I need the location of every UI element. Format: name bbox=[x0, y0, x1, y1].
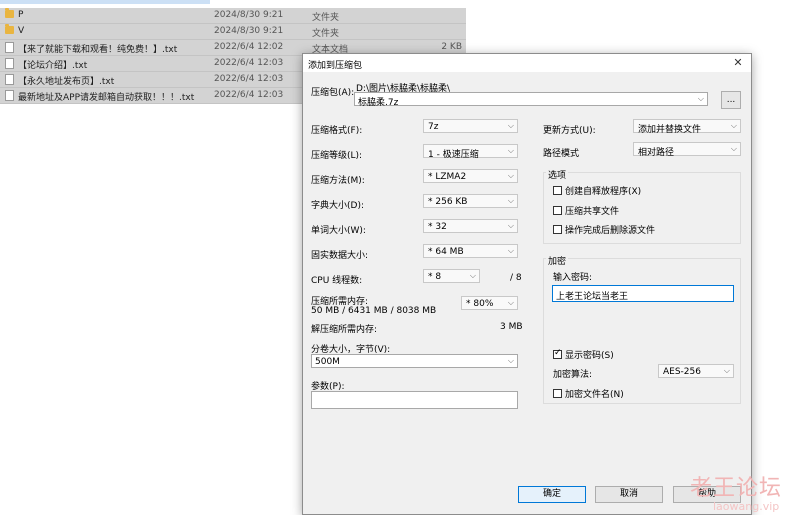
dialog-title: 添加到压缩包 bbox=[308, 61, 363, 71]
format-select[interactable]: 7z ⌵ bbox=[423, 119, 518, 133]
text-file-icon bbox=[5, 42, 14, 53]
file-size: 2 KB bbox=[441, 42, 462, 52]
password-label: 输入密码: bbox=[553, 273, 593, 283]
watermark-logo: 老王论坛 bbox=[690, 476, 783, 501]
file-date: 2022/6/4 12:03 bbox=[214, 58, 284, 68]
split-combo[interactable]: 500M ⌵ bbox=[311, 354, 518, 368]
path-label: 路径模式 bbox=[543, 149, 580, 159]
file-type: 文件夹 bbox=[312, 29, 340, 39]
enc-method-select[interactable]: AES-256 ⌵ bbox=[658, 364, 734, 378]
chevron-down-icon: ⌵ bbox=[730, 121, 737, 130]
params-input[interactable] bbox=[311, 391, 518, 409]
chevron-down-icon: ⌵ bbox=[697, 94, 704, 103]
dict-select[interactable]: * 256 KB ⌵ bbox=[423, 194, 518, 208]
dict-label: 字典大小(D): bbox=[311, 201, 364, 211]
solid-select[interactable]: * 64 MB ⌵ bbox=[423, 244, 518, 258]
file-date: 2022/6/4 12:03 bbox=[214, 90, 284, 100]
text-file-icon bbox=[5, 58, 14, 69]
dialog-titlebar[interactable]: 添加到压缩包 ✕ bbox=[303, 54, 751, 72]
close-icon[interactable]: ✕ bbox=[731, 56, 745, 70]
chevron-down-icon: ⌵ bbox=[730, 144, 737, 153]
chevron-down-icon: ⌵ bbox=[507, 171, 514, 180]
file-date: 2024/8/30 9:21 bbox=[214, 10, 284, 20]
mem-select[interactable]: * 80% ⌵ bbox=[461, 296, 518, 310]
method-label: 压缩方法(M): bbox=[311, 176, 365, 186]
chevron-down-icon: ⌵ bbox=[507, 246, 514, 255]
word-label: 单词大小(W): bbox=[311, 226, 366, 236]
chevron-down-icon: ⌵ bbox=[723, 366, 730, 375]
archive-name-combo[interactable]: 标脇柔.7z ⌵ bbox=[354, 92, 708, 108]
chevron-down-icon: ⌵ bbox=[507, 146, 514, 155]
word-select[interactable]: * 32 ⌵ bbox=[423, 219, 518, 233]
file-row[interactable]: V 2024/8/30 9:21 文件夹 bbox=[0, 24, 466, 40]
watermark-url: laowang.vip bbox=[713, 500, 780, 513]
update-select[interactable]: 添加并替换文件 ⌵ bbox=[633, 119, 741, 135]
sfx-checkbox[interactable]: 创建自释放程序(X) bbox=[553, 184, 641, 197]
path-select[interactable]: 相对路径 ⌵ bbox=[633, 142, 741, 158]
decomp-value: 3 MB bbox=[500, 322, 523, 332]
file-name: V bbox=[18, 26, 25, 36]
format-label: 压缩格式(F): bbox=[311, 126, 363, 136]
add-to-archive-dialog: 添加到压缩包 ✕ 压缩包(A): D:\图片\标脇柔\标脇柔\ 标脇柔.7z ⌵… bbox=[302, 53, 752, 515]
archive-label: 压缩包(A): bbox=[311, 88, 355, 98]
cancel-button[interactable]: 取消 bbox=[595, 486, 663, 503]
cpu-label: CPU 线程数: bbox=[311, 276, 363, 286]
file-name: 【论坛介绍】.txt bbox=[18, 61, 88, 71]
encryption-title: 加密 bbox=[546, 254, 569, 267]
file-row[interactable]: P 2024/8/30 9:21 文件夹 bbox=[0, 8, 466, 24]
show-password-checkbox[interactable]: 显示密码(S) bbox=[553, 348, 614, 361]
enc-method-label: 加密算法: bbox=[553, 370, 593, 380]
delete-source-checkbox[interactable]: 操作完成后删除源文件 bbox=[553, 223, 655, 236]
file-name: P bbox=[18, 10, 24, 20]
text-file-icon bbox=[5, 74, 14, 85]
decomp-label: 解压缩所需内存: bbox=[311, 325, 378, 335]
explorer-selection-strip bbox=[0, 0, 210, 4]
browse-button[interactable]: ... bbox=[721, 91, 741, 109]
archive-name-value: 标脇柔.7z bbox=[358, 98, 399, 108]
chevron-down-icon: ⌵ bbox=[507, 221, 514, 230]
update-label: 更新方式(U): bbox=[543, 126, 596, 136]
file-type: 文件夹 bbox=[312, 13, 340, 23]
file-name: 最新地址及APP请发邮箱自动获取！！！.txt bbox=[18, 93, 195, 103]
cpu-max: / 8 bbox=[510, 273, 522, 283]
level-select[interactable]: 1 - 极速压缩 ⌵ bbox=[423, 144, 518, 160]
file-date: 2024/8/30 9:21 bbox=[214, 26, 284, 36]
options-title: 选项 bbox=[546, 168, 569, 181]
chevron-down-icon: ⌵ bbox=[507, 298, 514, 307]
file-name: 【永久地址发布页】.txt bbox=[18, 77, 115, 87]
ok-button[interactable]: 确定 bbox=[518, 486, 586, 503]
chevron-down-icon: ⌵ bbox=[507, 196, 514, 205]
file-date: 2022/6/4 12:03 bbox=[214, 74, 284, 84]
shared-checkbox[interactable]: 压缩共享文件 bbox=[553, 204, 619, 217]
chevron-down-icon: ⌵ bbox=[507, 356, 514, 365]
chevron-down-icon: ⌵ bbox=[507, 121, 514, 130]
text-file-icon bbox=[5, 90, 14, 101]
password-input[interactable]: 上老王论坛当老王 bbox=[552, 285, 734, 302]
folder-icon bbox=[5, 8, 14, 18]
file-name: 【来了就能下载和观看！纯免费！】.txt bbox=[18, 45, 178, 55]
encrypt-names-checkbox[interactable]: 加密文件名(N) bbox=[553, 387, 624, 400]
folder-icon bbox=[5, 24, 14, 34]
mem-detail: 50 MB / 6431 MB / 8038 MB bbox=[311, 306, 437, 316]
chevron-down-icon: ⌵ bbox=[469, 271, 476, 280]
solid-label: 固实数据大小: bbox=[311, 251, 369, 261]
method-select[interactable]: * LZMA2 ⌵ bbox=[423, 169, 518, 183]
level-label: 压缩等级(L): bbox=[311, 151, 363, 161]
cpu-select[interactable]: * 8 ⌵ bbox=[423, 269, 480, 283]
file-date: 2022/6/4 12:02 bbox=[214, 42, 284, 52]
